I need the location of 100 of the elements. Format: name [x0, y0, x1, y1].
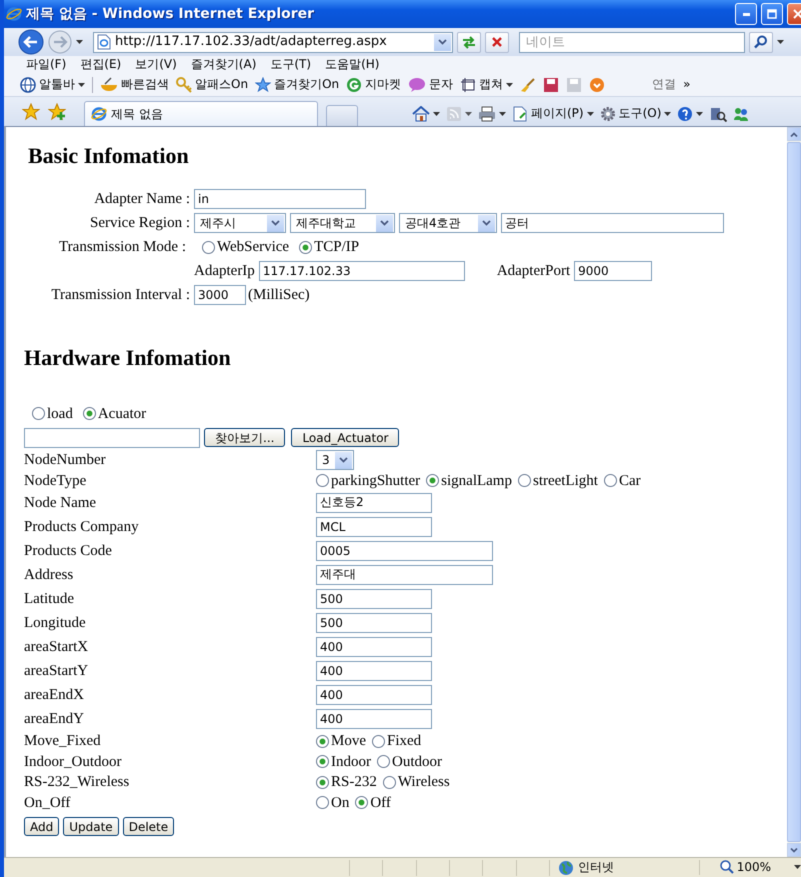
ie-logo-icon [91, 106, 107, 122]
radio-button[interactable] [32, 407, 45, 420]
home-button[interactable] [412, 106, 440, 122]
refresh-button[interactable] [457, 32, 481, 52]
option-label: WebService [217, 238, 290, 256]
text-field[interactable]: 공터 [501, 213, 724, 234]
radio-button[interactable] [355, 796, 368, 810]
circle-icon[interactable] [589, 76, 606, 92]
field-label: Products Company [24, 518, 140, 536]
menu-item[interactable]: 도움말(H) [325, 57, 394, 72]
zoom-button[interactable]: 100% [698, 860, 801, 875]
dropdown[interactable]: 제주시 [194, 213, 286, 234]
text-field[interactable]: 500 [316, 588, 432, 609]
radio-button[interactable] [202, 240, 215, 254]
toolbar-link[interactable]: 문자 [408, 76, 454, 92]
text-field[interactable]: 신호등2 [316, 492, 432, 513]
page-icon [512, 106, 528, 122]
text-field[interactable]: MCL [316, 516, 432, 537]
file-field[interactable] [24, 428, 200, 448]
menu-item[interactable]: 보기(V) [135, 57, 191, 72]
radio-button[interactable] [382, 776, 396, 789]
radio-button[interactable] [316, 734, 329, 748]
browser-tab[interactable]: 제목 없음 [84, 101, 318, 126]
search-button[interactable] [749, 32, 773, 52]
more-button[interactable]: » [683, 77, 690, 92]
links-label[interactable]: 연결 [652, 77, 676, 92]
close-icon [491, 36, 503, 48]
research-button[interactable] [709, 106, 728, 122]
favorites-button[interactable] [22, 103, 40, 121]
save-icon[interactable] [543, 76, 560, 92]
radio-button[interactable] [426, 474, 440, 488]
page-menu[interactable]: 페이지(P) [512, 106, 594, 122]
option-label: Move [331, 732, 366, 750]
add-favorite-button[interactable] [48, 103, 66, 121]
radio-button[interactable] [316, 776, 329, 789]
print-button[interactable] [478, 106, 506, 122]
text-field[interactable]: 400 [316, 708, 432, 729]
text-field[interactable]: in [194, 189, 366, 210]
help-button[interactable] [677, 106, 704, 122]
radio-button[interactable] [82, 407, 96, 420]
radio-button[interactable] [316, 796, 329, 810]
tools-menu[interactable]: 도구(O) [600, 106, 672, 122]
menu-item[interactable]: 즐겨찾기(A) [190, 57, 270, 72]
radio-button[interactable] [316, 474, 329, 488]
browse-button[interactable]: 찾아보기... [204, 428, 286, 448]
text-field[interactable]: 400 [316, 660, 432, 681]
field-label: Node Name [24, 494, 98, 512]
dropdown[interactable]: 제주대학교 [290, 213, 395, 234]
dropdown[interactable]: 공대4호관 [399, 213, 497, 234]
text-field[interactable]: 0005 [316, 540, 493, 561]
radio-button[interactable] [299, 240, 312, 254]
toolbar-link[interactable]: 알툴바 [20, 76, 85, 92]
form-button[interactable]: Delete [122, 817, 174, 836]
search-field[interactable]: 네이트 [519, 32, 745, 52]
text-field[interactable]: 400 [316, 684, 432, 705]
field-label: NodeType [24, 472, 88, 490]
menu-item[interactable]: 도구(T) [270, 57, 326, 72]
toolbar-link[interactable]: 알패스On [176, 76, 248, 92]
star-icon [255, 76, 272, 92]
radio-button[interactable] [316, 755, 329, 768]
radio-button[interactable] [518, 474, 531, 488]
menu-item[interactable]: 파일(F) [26, 57, 80, 72]
printer-icon [478, 106, 496, 122]
messenger-button[interactable] [733, 106, 750, 122]
star-icon [22, 103, 40, 121]
dropdown[interactable]: 3 [316, 450, 354, 470]
toolbar-link[interactable]: 빠른검색 [100, 76, 169, 92]
stop-button[interactable] [485, 32, 509, 52]
toolbar-link[interactable]: 캡쳐 [460, 76, 514, 92]
text-field[interactable]: 500 [316, 612, 432, 633]
vertical-scrollbar[interactable] [787, 127, 801, 857]
menu-item[interactable]: 편집(E) [80, 57, 136, 72]
chevron-down-icon [380, 220, 389, 226]
caret-icon [777, 40, 784, 44]
form-button[interactable]: Add [24, 817, 60, 836]
minimize-button[interactable] [735, 3, 757, 25]
broom-icon[interactable] [520, 76, 536, 92]
text-field[interactable]: 3000 [194, 285, 246, 306]
history-dropdown[interactable] [76, 40, 83, 44]
field-label: areaEndY [24, 710, 85, 728]
gear-icon [600, 106, 616, 122]
text-field[interactable]: 117.17.102.33 [258, 261, 465, 282]
chevron-down-icon [482, 220, 491, 226]
text-field[interactable]: 제주대 [316, 564, 493, 585]
search-options-button[interactable] [777, 40, 784, 44]
toolbar-link[interactable]: 즐겨찾기On [255, 76, 340, 92]
chat-icon [408, 76, 426, 92]
radio-button[interactable] [372, 734, 385, 748]
radio-button[interactable] [604, 474, 617, 488]
load-button[interactable]: Load_Actuator [291, 428, 400, 448]
text-field[interactable]: 400 [316, 636, 432, 657]
help-icon [677, 106, 694, 122]
address-field[interactable]: http://117.17.102.33/adt/adapterreg.aspx [93, 32, 453, 52]
toolbar-link[interactable]: 지마켓 [346, 76, 402, 92]
text-field[interactable]: 9000 [574, 261, 652, 282]
radio-button[interactable] [377, 755, 390, 768]
form-button[interactable]: Update [63, 817, 119, 836]
maximize-button[interactable] [761, 3, 783, 25]
back-button[interactable] [18, 29, 44, 55]
feeds-button[interactable] [446, 106, 472, 122]
